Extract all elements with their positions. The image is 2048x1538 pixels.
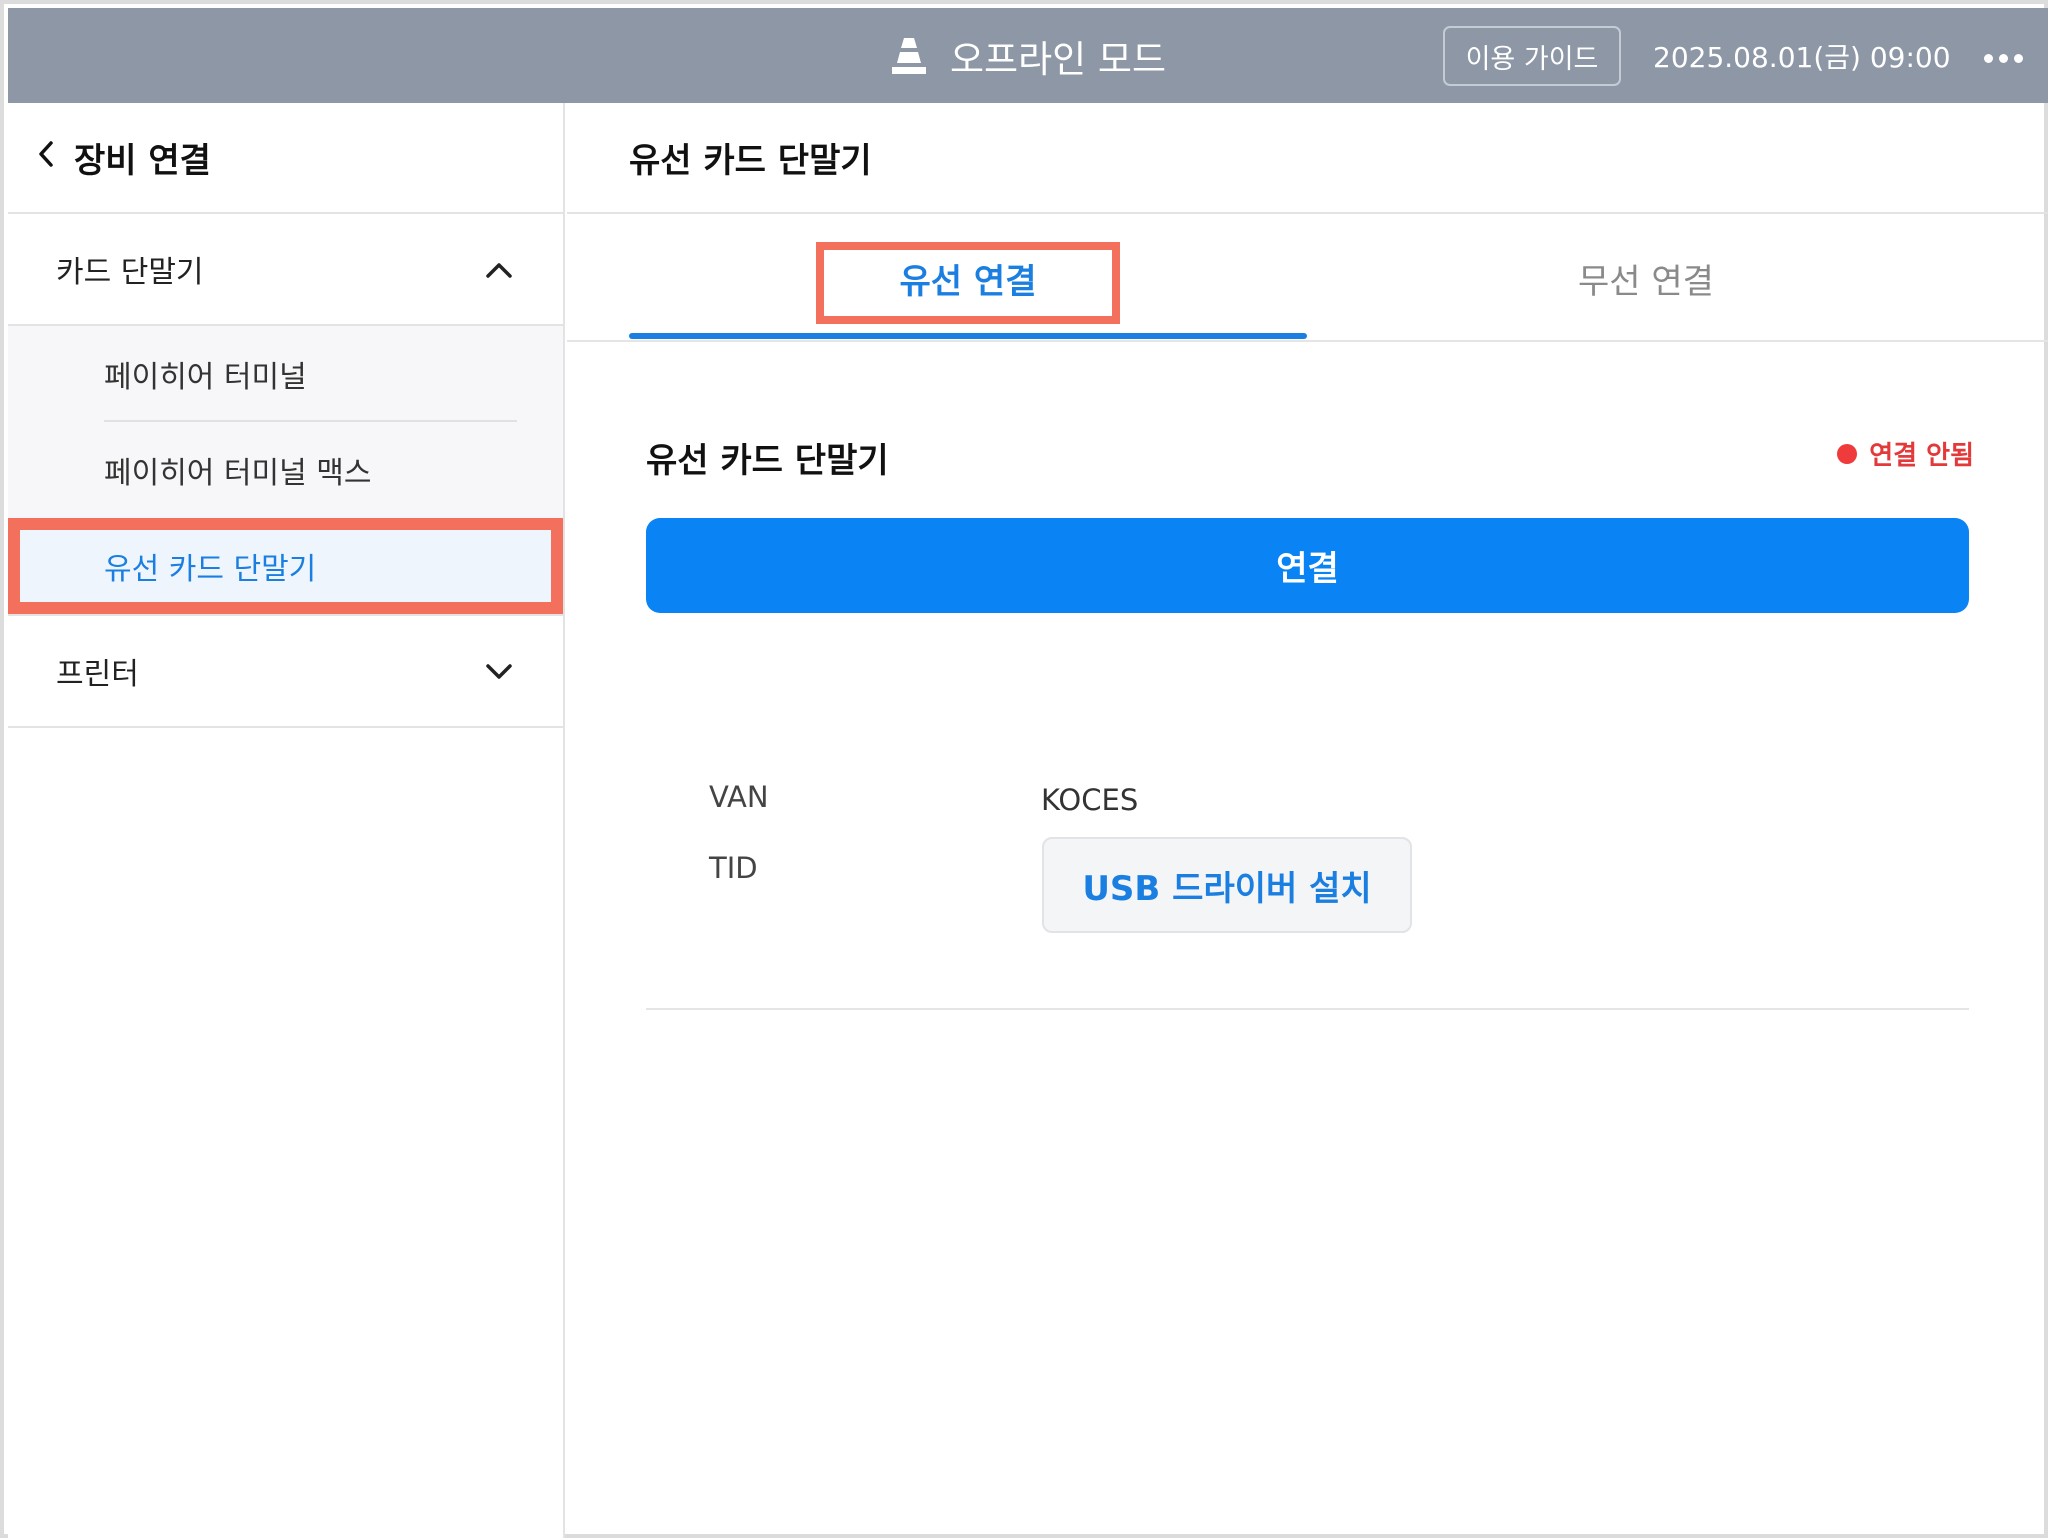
tid-label: TID: [709, 851, 758, 885]
active-tab-indicator: [629, 333, 1307, 339]
mode-label: 오프라인 모드: [949, 37, 1166, 81]
sidebar-title: 장비 연결: [74, 141, 211, 181]
sidebar-group-printer[interactable]: 프린터: [8, 616, 563, 728]
sidebar-header: 장비 연결: [8, 103, 563, 214]
install-usb-driver-button[interactable]: USB 드라이버 설치: [1042, 837, 1412, 933]
van-value: KOCES: [1041, 783, 1139, 817]
page-title: 유선 카드 단말기: [567, 103, 2048, 214]
sidebar: 장비 연결 카드 단말기 페이히어 터미널 페이히어 터미널 맥스 유선 카드 …: [8, 103, 565, 1538]
sidebar-item-label: 유선 카드 단말기: [104, 552, 317, 587]
connect-button[interactable]: 연결: [646, 518, 1969, 613]
connection-status: 연결 안됨: [1837, 435, 1974, 472]
chevron-up-icon: [485, 252, 513, 287]
status-label: 연결 안됨: [1869, 441, 1974, 471]
back-chevron-icon[interactable]: [36, 138, 56, 178]
sidebar-item-payhere-terminal[interactable]: 페이히어 터미널: [8, 326, 563, 422]
usage-guide-button[interactable]: 이용 가이드: [1443, 26, 1621, 86]
status-dot-icon: [1837, 443, 1858, 464]
van-label: VAN: [709, 780, 769, 814]
app-frame: 오프라인 모드 이용 가이드 2025.08.01(금) 09:00 장비 연결…: [0, 0, 2048, 1538]
traffic-cone-icon: [890, 36, 928, 76]
tab-highlight-box: [816, 242, 1120, 324]
main-panel: 유선 카드 단말기 유선 연결 무선 연결 유선 카드 단말기 연결 안됨 연결…: [567, 103, 2048, 1538]
sidebar-group-card-terminal[interactable]: 카드 단말기: [8, 214, 563, 326]
chevron-down-icon: [485, 654, 513, 689]
sidebar-item-payhere-terminal-max[interactable]: 페이히어 터미널 맥스: [8, 422, 563, 518]
sidebar-item-wired-card-terminal[interactable]: 유선 카드 단말기: [8, 518, 563, 614]
sidebar-item-label: 페이히어 터미널: [104, 360, 307, 395]
tab-wireless-connection[interactable]: 무선 연결: [1307, 214, 1985, 342]
card-terminal-submenu: 페이히어 터미널 페이히어 터미널 맥스 유선 카드 단말기: [8, 326, 563, 616]
sidebar-item-label: 페이히어 터미널 맥스: [104, 456, 372, 491]
device-section-title: 유선 카드 단말기: [646, 441, 889, 481]
group-label: 카드 단말기: [56, 255, 204, 290]
connection-tabs: 유선 연결 무선 연결: [567, 214, 2048, 342]
more-dots-icon[interactable]: [1984, 54, 2023, 63]
group-label: 프린터: [56, 657, 139, 692]
datetime-display: 2025.08.01(금) 09:00: [1653, 40, 1951, 74]
top-bar: 오프라인 모드 이용 가이드 2025.08.01(금) 09:00: [8, 8, 2048, 103]
section-divider: [646, 1008, 1969, 1010]
